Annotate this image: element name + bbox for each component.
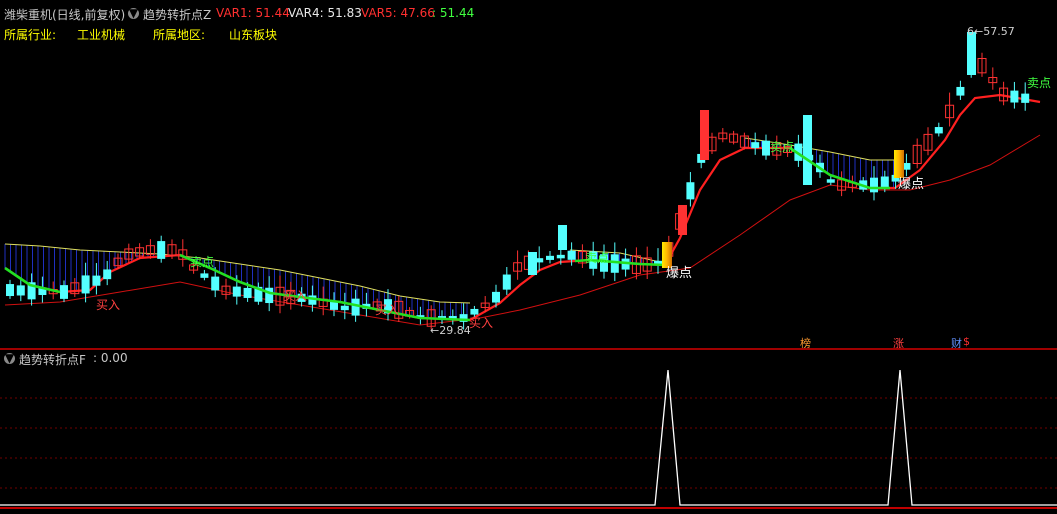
candle-body	[81, 275, 90, 294]
candle-body	[678, 205, 687, 235]
candle-body	[880, 176, 889, 189]
candle-body	[934, 127, 943, 134]
candle-body	[700, 110, 709, 160]
candle-body	[232, 286, 241, 297]
moving-averages	[4, 93, 1041, 326]
candle-body	[751, 142, 760, 149]
candle-body	[870, 177, 878, 193]
candle-body	[265, 287, 274, 304]
spike-line	[0, 369, 1057, 506]
candle-body	[103, 269, 112, 280]
buy-signal-label: 买入	[469, 316, 494, 330]
candle-body	[967, 32, 976, 75]
candle-body	[1010, 90, 1019, 103]
candle-body	[546, 255, 554, 260]
sell-signal-label: 卖点	[585, 251, 610, 265]
candle-body	[610, 254, 619, 273]
candle-body	[556, 254, 565, 259]
trend-fill	[4, 138, 894, 320]
candle-body	[803, 115, 812, 185]
candle-body	[60, 285, 68, 299]
burst-bars	[662, 150, 904, 268]
candle-body	[16, 285, 25, 296]
buy-signal-label: 买入	[283, 289, 308, 303]
candle-body	[92, 275, 101, 286]
long-ma-line	[4, 134, 1041, 326]
candle-body	[351, 298, 360, 316]
sell-signal-label: 卖点	[1027, 76, 1052, 90]
candle-body	[826, 179, 835, 183]
short-ma-line	[4, 93, 1041, 322]
sub-grid	[0, 397, 1057, 489]
green-segment	[179, 253, 471, 322]
buy-signal-label: 买入	[96, 298, 121, 312]
sell-signal-label: 卖点	[770, 140, 795, 154]
candle-body	[558, 225, 567, 250]
buy-signal-label: 买入	[375, 303, 400, 317]
candle-body	[243, 287, 252, 298]
sub-indicator-value: : 0.00	[93, 351, 128, 365]
candle-body	[956, 86, 965, 96]
candle-body	[340, 305, 349, 311]
burst-signal-label: 爆点	[666, 266, 693, 281]
dollar-tag[interactable]: $	[963, 335, 970, 348]
green-trend-line	[4, 146, 890, 322]
candle-body	[492, 291, 500, 303]
low-price-label: ←29.84	[430, 324, 471, 337]
candle-body	[762, 140, 770, 156]
candle-body	[157, 241, 166, 259]
sell-signal-label: 卖点	[190, 255, 215, 269]
candle-body	[567, 250, 576, 260]
candle-body	[200, 273, 209, 278]
chevron-down-icon[interactable]: ▼	[4, 352, 15, 364]
candle-body	[528, 252, 537, 275]
candle-body	[6, 284, 14, 297]
candle-body	[502, 274, 511, 290]
panel-divider[interactable]	[0, 348, 1057, 350]
candle-body	[211, 276, 220, 291]
candle-body	[686, 182, 695, 200]
candle-body	[1021, 93, 1030, 103]
sub-indicator-name[interactable]: 趋势转折点F	[19, 351, 86, 368]
high-price-label: 6←57.57	[967, 25, 1015, 38]
burst-signal-label: 爆点	[898, 177, 925, 192]
candles	[6, 32, 1030, 330]
